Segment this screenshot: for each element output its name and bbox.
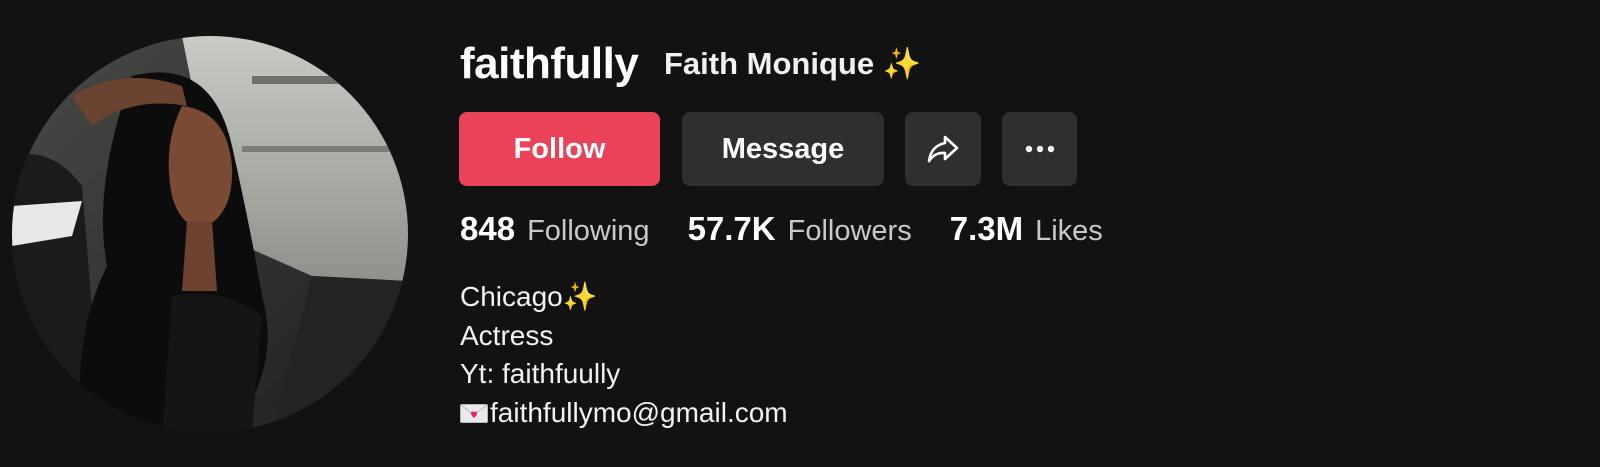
bio-line-occupation: Actress xyxy=(460,317,788,356)
stat-followers[interactable]: 57.7K Followers xyxy=(688,210,912,248)
stat-label: Likes xyxy=(1035,215,1103,247)
display-name-text: Faith Monique xyxy=(664,46,875,81)
share-button[interactable] xyxy=(905,112,981,186)
avatar[interactable] xyxy=(12,36,408,432)
stat-value: 7.3M xyxy=(949,210,1024,247)
bio-text: Actress xyxy=(460,319,554,351)
stat-following[interactable]: 848 Following xyxy=(460,210,650,248)
share-icon xyxy=(927,135,959,163)
avatar-photo xyxy=(12,36,408,432)
follow-button-label: Follow xyxy=(513,132,606,165)
bio-text: Chicago xyxy=(460,281,563,312)
follow-button[interactable]: Follow xyxy=(459,112,660,186)
message-button[interactable]: Message xyxy=(682,112,884,186)
sparkles-icon: ✨ xyxy=(882,46,922,81)
stat-value: 848 xyxy=(460,210,516,247)
love-letter-icon xyxy=(460,404,488,424)
stat-likes: 7.3M Likes xyxy=(950,210,1103,248)
message-button-label: Message xyxy=(721,132,845,165)
bio-email[interactable]: faithfullymo@gmail.com xyxy=(490,394,788,433)
stat-label: Following xyxy=(527,215,650,247)
display-name: Faith Monique ✨ xyxy=(664,44,921,84)
more-icon xyxy=(1025,145,1054,153)
profile-stats: 848 Following 57.7K Followers 7.3M Likes xyxy=(460,210,1141,254)
profile-page: faithfully Faith Monique ✨ Follow Messag… xyxy=(0,0,1600,467)
more-options-button[interactable] xyxy=(1002,112,1077,186)
sparkles-icon: ✨ xyxy=(562,281,598,312)
bio-line-email: faithfullymo@gmail.com xyxy=(460,394,788,433)
stat-label: Followers xyxy=(787,215,912,247)
stat-value: 57.7K xyxy=(687,210,776,247)
bio-text: Yt: faithfuully xyxy=(460,358,621,389)
bio-line-location: Chicago ✨ xyxy=(460,278,788,317)
bio: Chicago ✨ Actress Yt: faithfuully faithfu… xyxy=(460,278,788,432)
bio-line-youtube: Yt: faithfuully xyxy=(460,355,788,394)
username: faithfully xyxy=(460,39,639,88)
